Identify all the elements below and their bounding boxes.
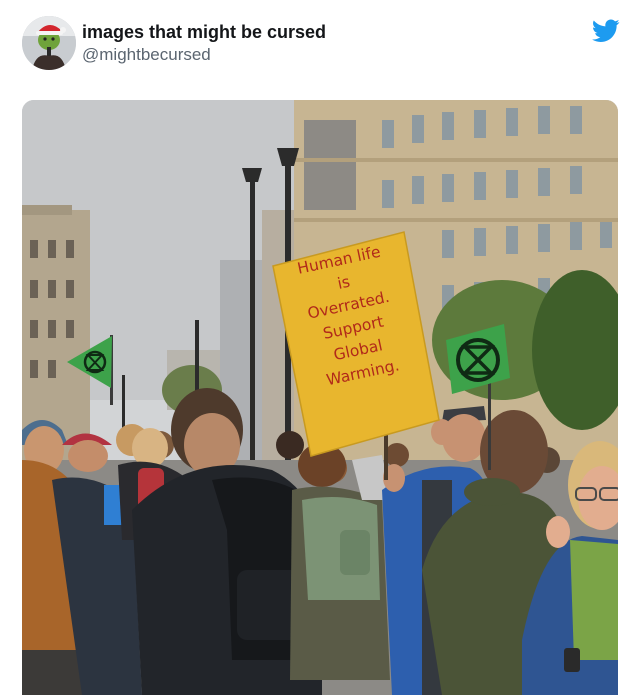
tweet-header: images that might be cursed @mightbecurs… [22,16,622,76]
display-name[interactable]: images that might be cursed [82,22,326,42]
protest-scene [22,100,618,695]
avatar[interactable] [22,16,76,70]
twitter-bird-icon[interactable] [592,19,620,43]
tweet-photo[interactable] [22,100,618,695]
user-handle[interactable]: @mightbecursed [82,44,326,66]
tweet-author[interactable]: images that might be cursed @mightbecurs… [82,22,326,66]
grinch-santa-avatar-icon [22,16,76,70]
